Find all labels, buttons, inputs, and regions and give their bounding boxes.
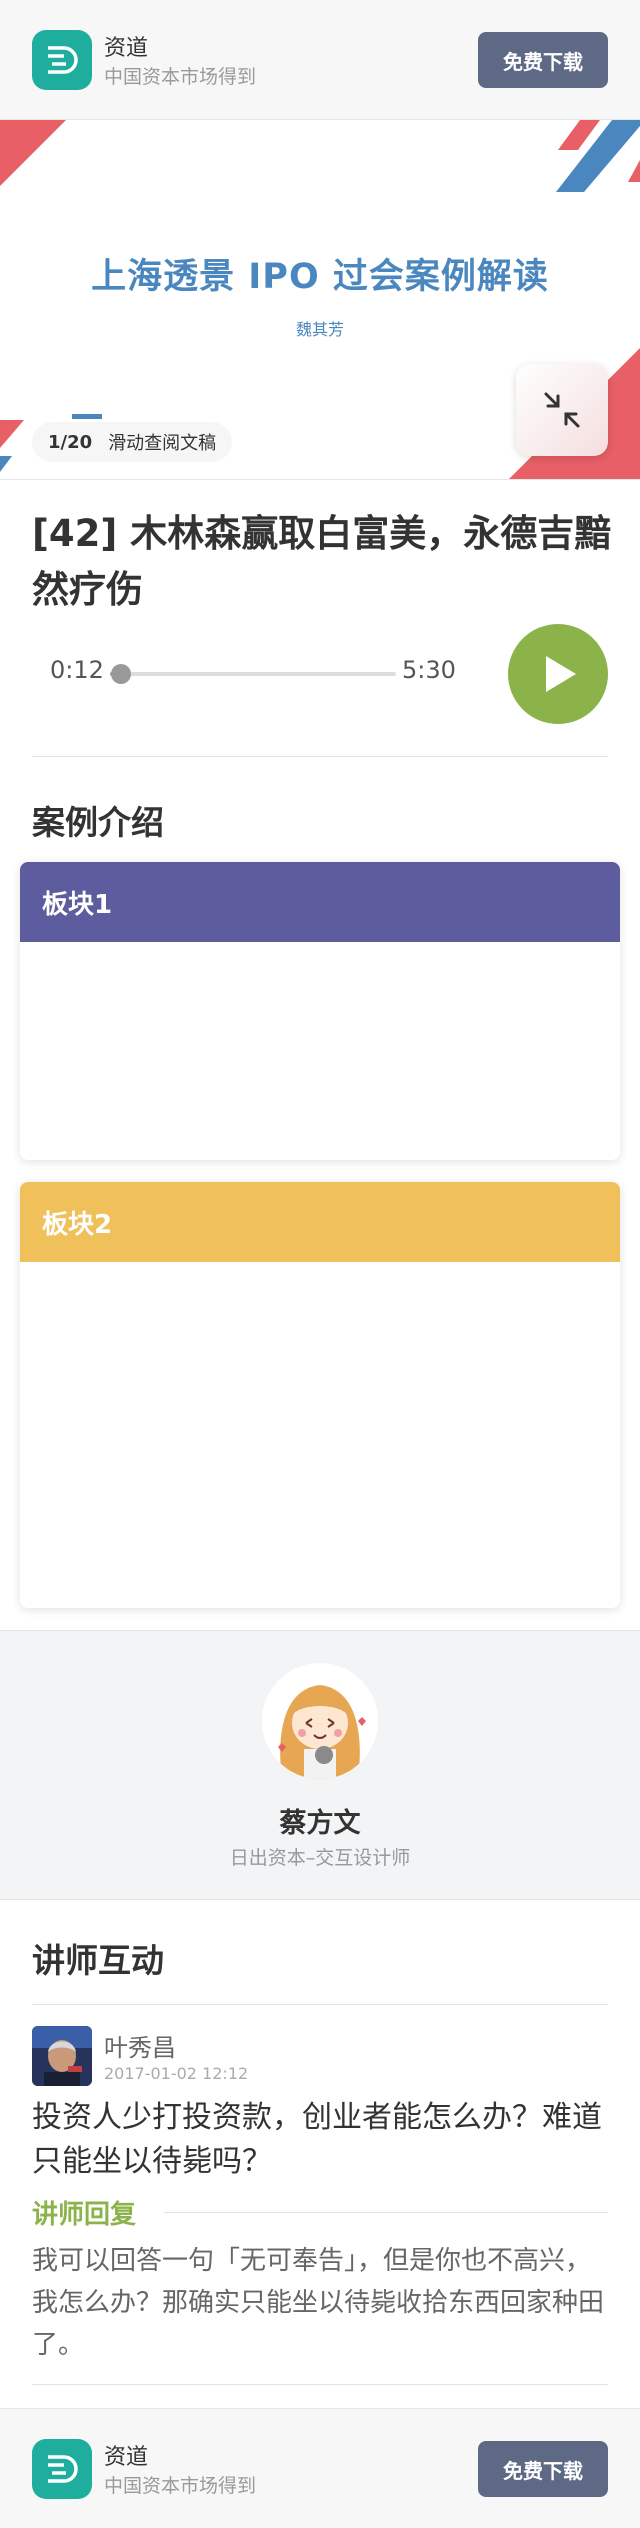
- reply-label: 讲师回复: [32, 2200, 137, 2230]
- divider: [32, 2384, 608, 2385]
- app-tagline: 中国资本市场得到: [104, 66, 257, 88]
- reply-divider: [164, 2212, 608, 2213]
- commenter-avatar[interactable]: [32, 2026, 92, 2086]
- case-block-1-header: 板块1: [20, 862, 620, 942]
- divider: [32, 2004, 608, 2005]
- collapse-button[interactable]: [516, 364, 608, 456]
- slide-page-number: 1/20: [48, 431, 93, 453]
- audio-title: [42] 木林森赢取白富美，永德吉黯然疗伤: [32, 512, 612, 611]
- slide-title: 上海透景 IPO 过会案例解读: [91, 257, 549, 297]
- download-button[interactable]: 免费下载: [478, 2441, 608, 2497]
- progress-knob[interactable]: [111, 664, 132, 684]
- lecturer-role: 日出资本–交互设计师: [229, 1847, 411, 1869]
- comment-time: 2017-01-02 12:12: [104, 2064, 249, 2083]
- slide-viewer[interactable]: 上海透景 IPO 过会案例解读 魏其芳 1/20 滑动查阅文稿: [0, 120, 640, 480]
- commenter-name: 叶秀昌: [104, 2034, 176, 2062]
- progress-slider[interactable]: [110, 664, 396, 684]
- case-block-2-header: 板块2: [20, 1182, 620, 1262]
- app-name: 资道: [104, 36, 149, 61]
- case-intro-heading: 案例介绍: [32, 803, 164, 842]
- collapse-icon: [544, 392, 580, 428]
- app-logo-icon: [32, 30, 92, 90]
- lecturer-name: 蔡方文: [279, 1808, 361, 1839]
- total-time: 5:30: [402, 656, 456, 684]
- divider: [32, 756, 608, 757]
- comment-question: 投资人少打投资款，创业者能怎么办？难道只能坐以待毙吗？: [32, 2100, 602, 2179]
- interaction-heading: 讲师互动: [32, 1941, 164, 1980]
- slide-counter: 1/20 滑动查阅文稿: [32, 422, 233, 462]
- case-block-1: 板块1: [20, 862, 620, 1160]
- case-block-2: 板块2: [20, 1182, 620, 1608]
- lecturer-avatar[interactable]: [262, 1663, 378, 1779]
- lecturer-profile: 蔡方文 日出资本–交互设计师: [0, 1630, 640, 1900]
- app-name: 资道: [104, 2445, 149, 2470]
- play-icon: [546, 656, 576, 692]
- play-button[interactable]: [508, 624, 608, 724]
- download-button[interactable]: 免费下载: [478, 32, 608, 88]
- app-banner-top: 资道 中国资本市场得到 免费下载: [0, 0, 640, 120]
- reply-text: 我可以回答一句「无可奉告」，但是你也不高兴，我怎么办？那确实只能坐以待毙收拾东西…: [32, 2246, 605, 2360]
- slide-author: 魏其芳: [295, 320, 344, 339]
- app-logo-icon: [32, 2439, 92, 2499]
- app-banner-bottom: 资道 中国资本市场得到 免费下载: [0, 2408, 640, 2528]
- app-tagline: 中国资本市场得到: [104, 2475, 257, 2497]
- current-time: 0:12: [50, 656, 104, 684]
- slide-hint: 滑动查阅文稿: [108, 433, 217, 454]
